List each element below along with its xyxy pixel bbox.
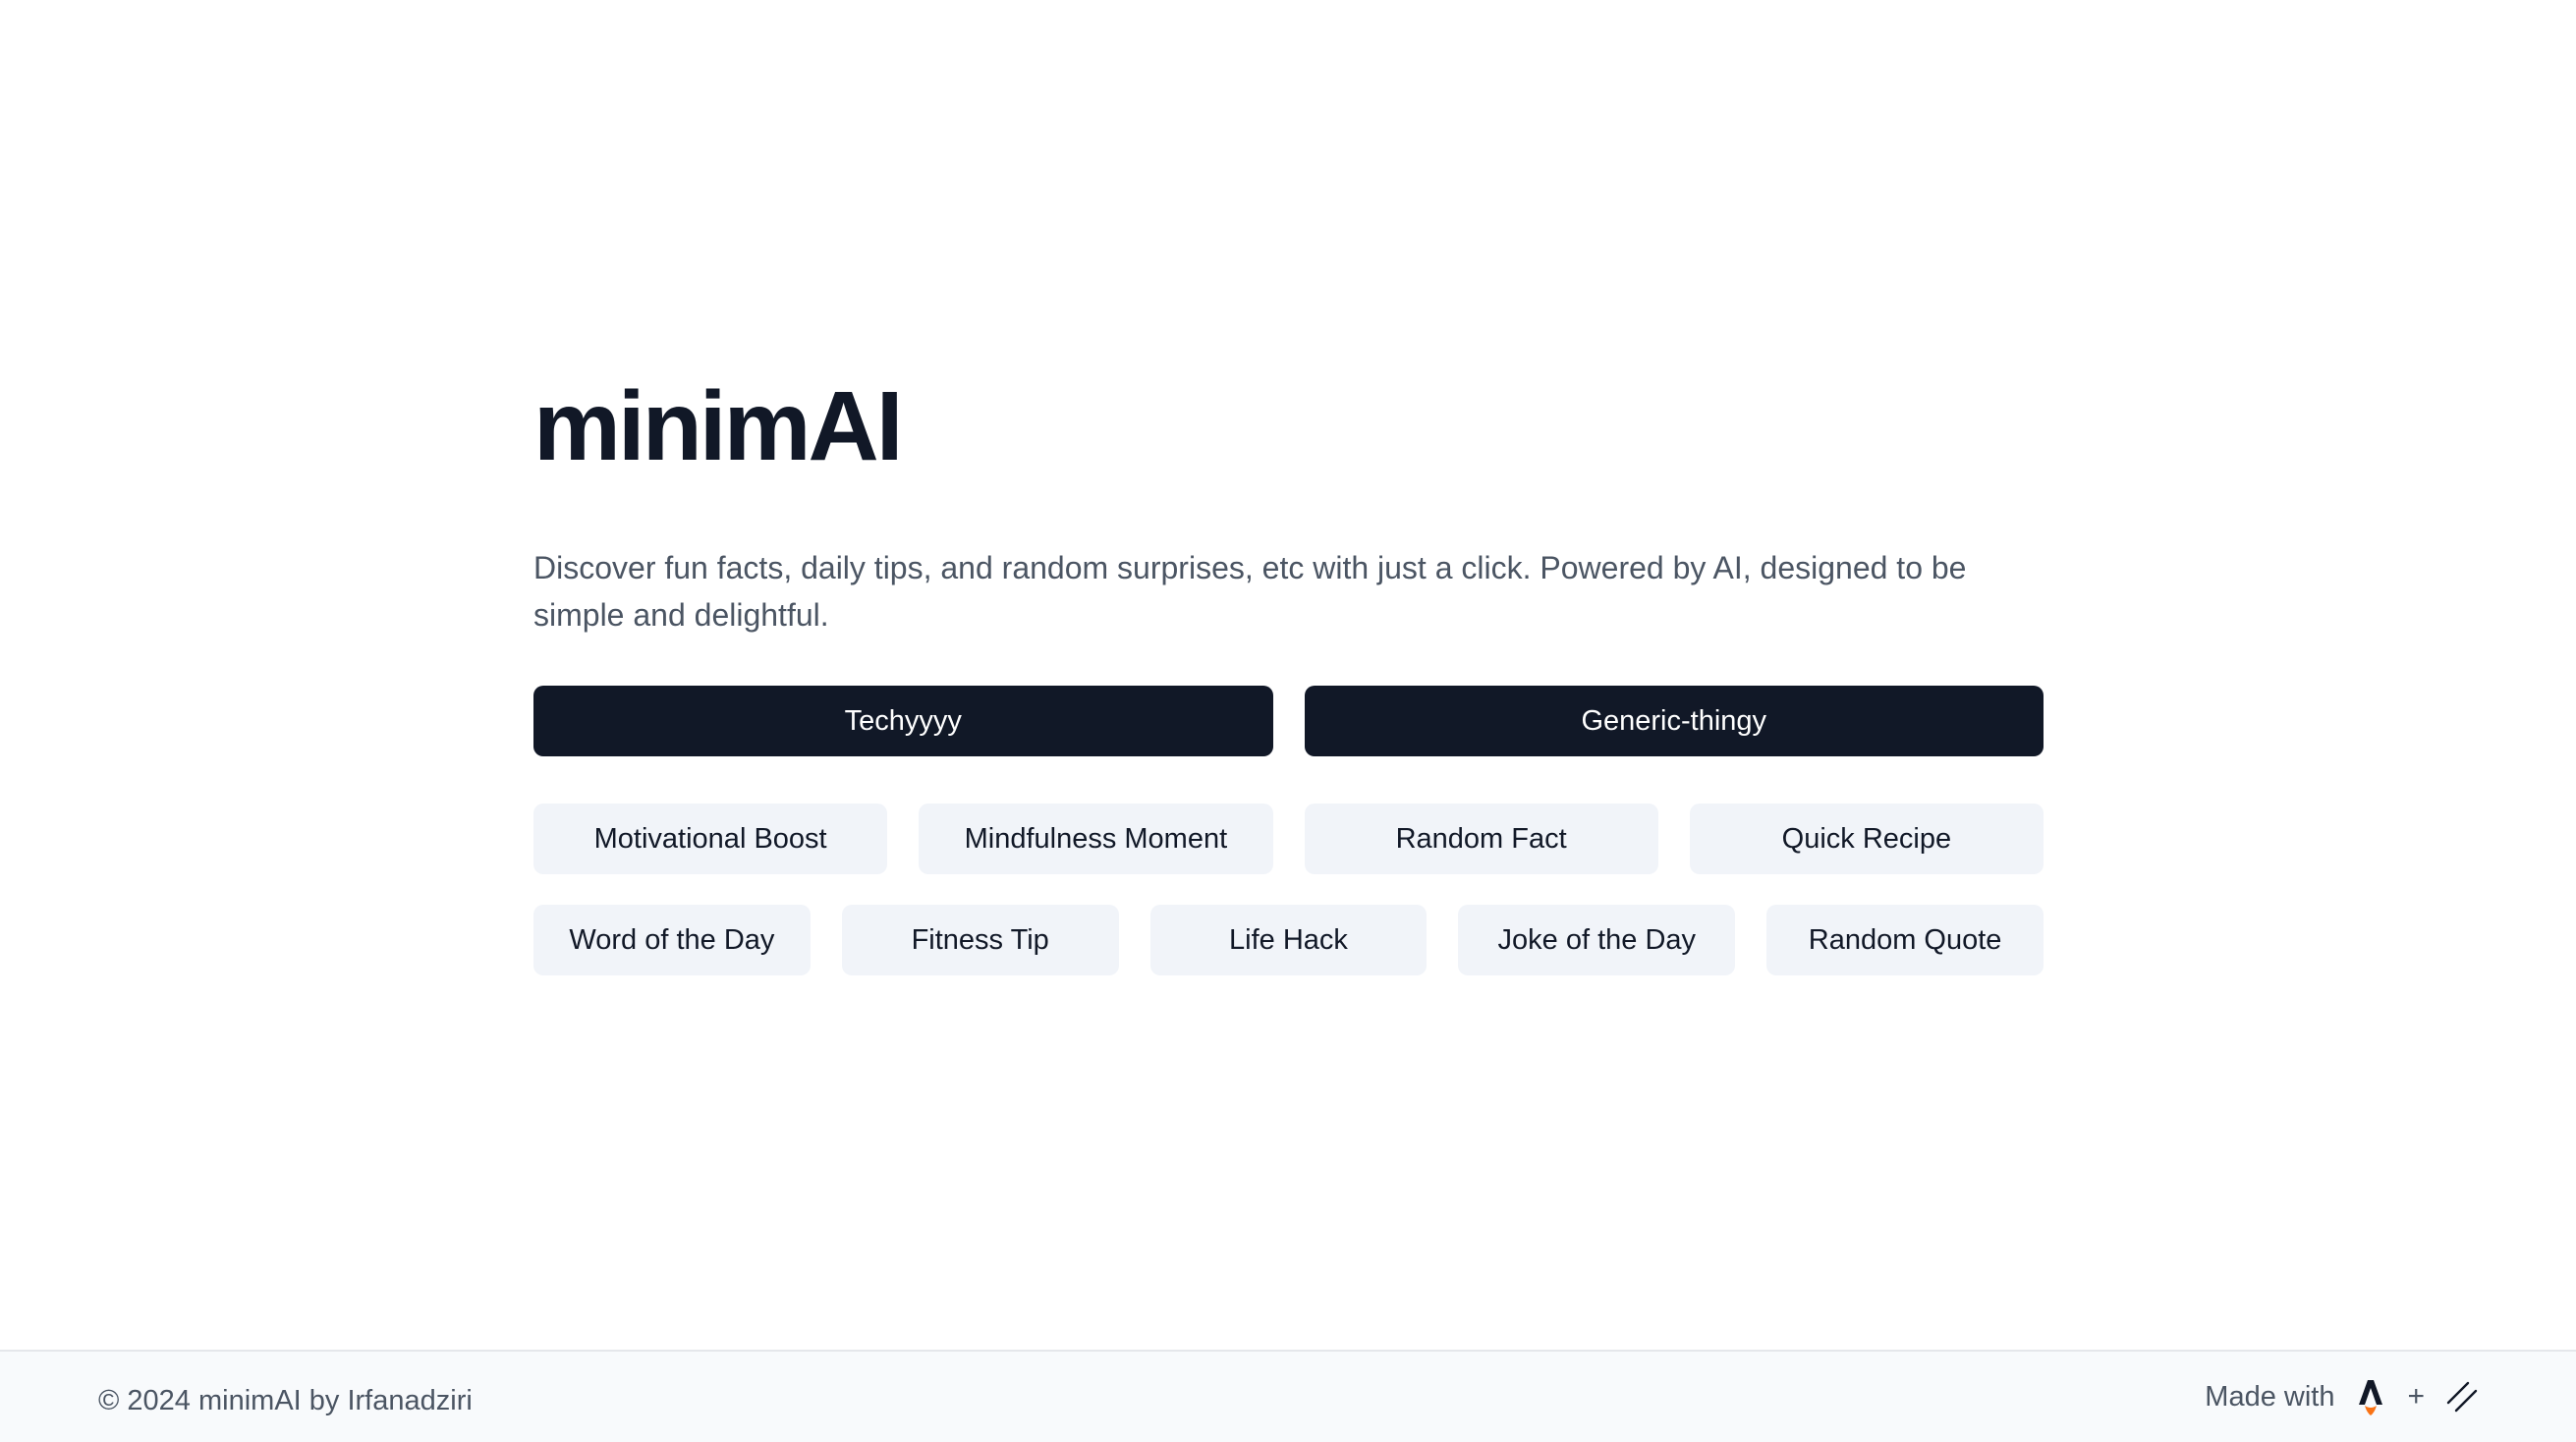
- primary-button-row: Techyyyy Generic-thingy: [533, 686, 2044, 756]
- joke-of-the-day-button[interactable]: Joke of the Day: [1458, 905, 1736, 975]
- made-with-label: Made with: [2205, 1381, 2335, 1413]
- life-hack-button[interactable]: Life Hack: [1149, 905, 1428, 975]
- mindfulness-moment-button[interactable]: Mindfulness Moment: [919, 804, 1273, 874]
- page-description: Discover fun facts, daily tips, and rand…: [533, 550, 1967, 633]
- random-quote-button[interactable]: Random Quote: [1766, 905, 2044, 975]
- motivational-boost-button[interactable]: Motivational Boost: [533, 804, 888, 874]
- category-row-1: Motivational Boost Mindfulness Moment Ra…: [533, 804, 2044, 874]
- astro-icon[interactable]: [2356, 1377, 2385, 1416]
- category-row-2: Word of the Day Fitness Tip Life Hack Jo…: [533, 905, 2044, 975]
- techyyyy-button[interactable]: Techyyyy: [533, 686, 1273, 756]
- copyright-text: © 2024 minimAI by Irfanadziri: [98, 1385, 473, 1416]
- word-of-the-day-button[interactable]: Word of the Day: [533, 905, 811, 975]
- page-title: minimAI: [533, 371, 903, 481]
- random-fact-button[interactable]: Random Fact: [1304, 804, 1658, 874]
- quick-recipe-button[interactable]: Quick Recipe: [1689, 804, 2044, 874]
- made-with: Made with +: [2205, 1377, 2478, 1416]
- main-content: minimAI Discover fun facts, daily tips, …: [533, 363, 2044, 975]
- plus-sign: +: [2407, 1380, 2425, 1413]
- generic-thingy-button[interactable]: Generic-thingy: [1304, 686, 2044, 756]
- fitness-tip-button[interactable]: Fitness Tip: [841, 905, 1119, 975]
- page: minimAI Discover fun facts, daily tips, …: [0, 0, 2576, 1442]
- footer: © 2024 minimAI by Irfanadziri Made with …: [0, 1350, 2576, 1442]
- slash-lines-icon[interactable]: [2446, 1381, 2478, 1413]
